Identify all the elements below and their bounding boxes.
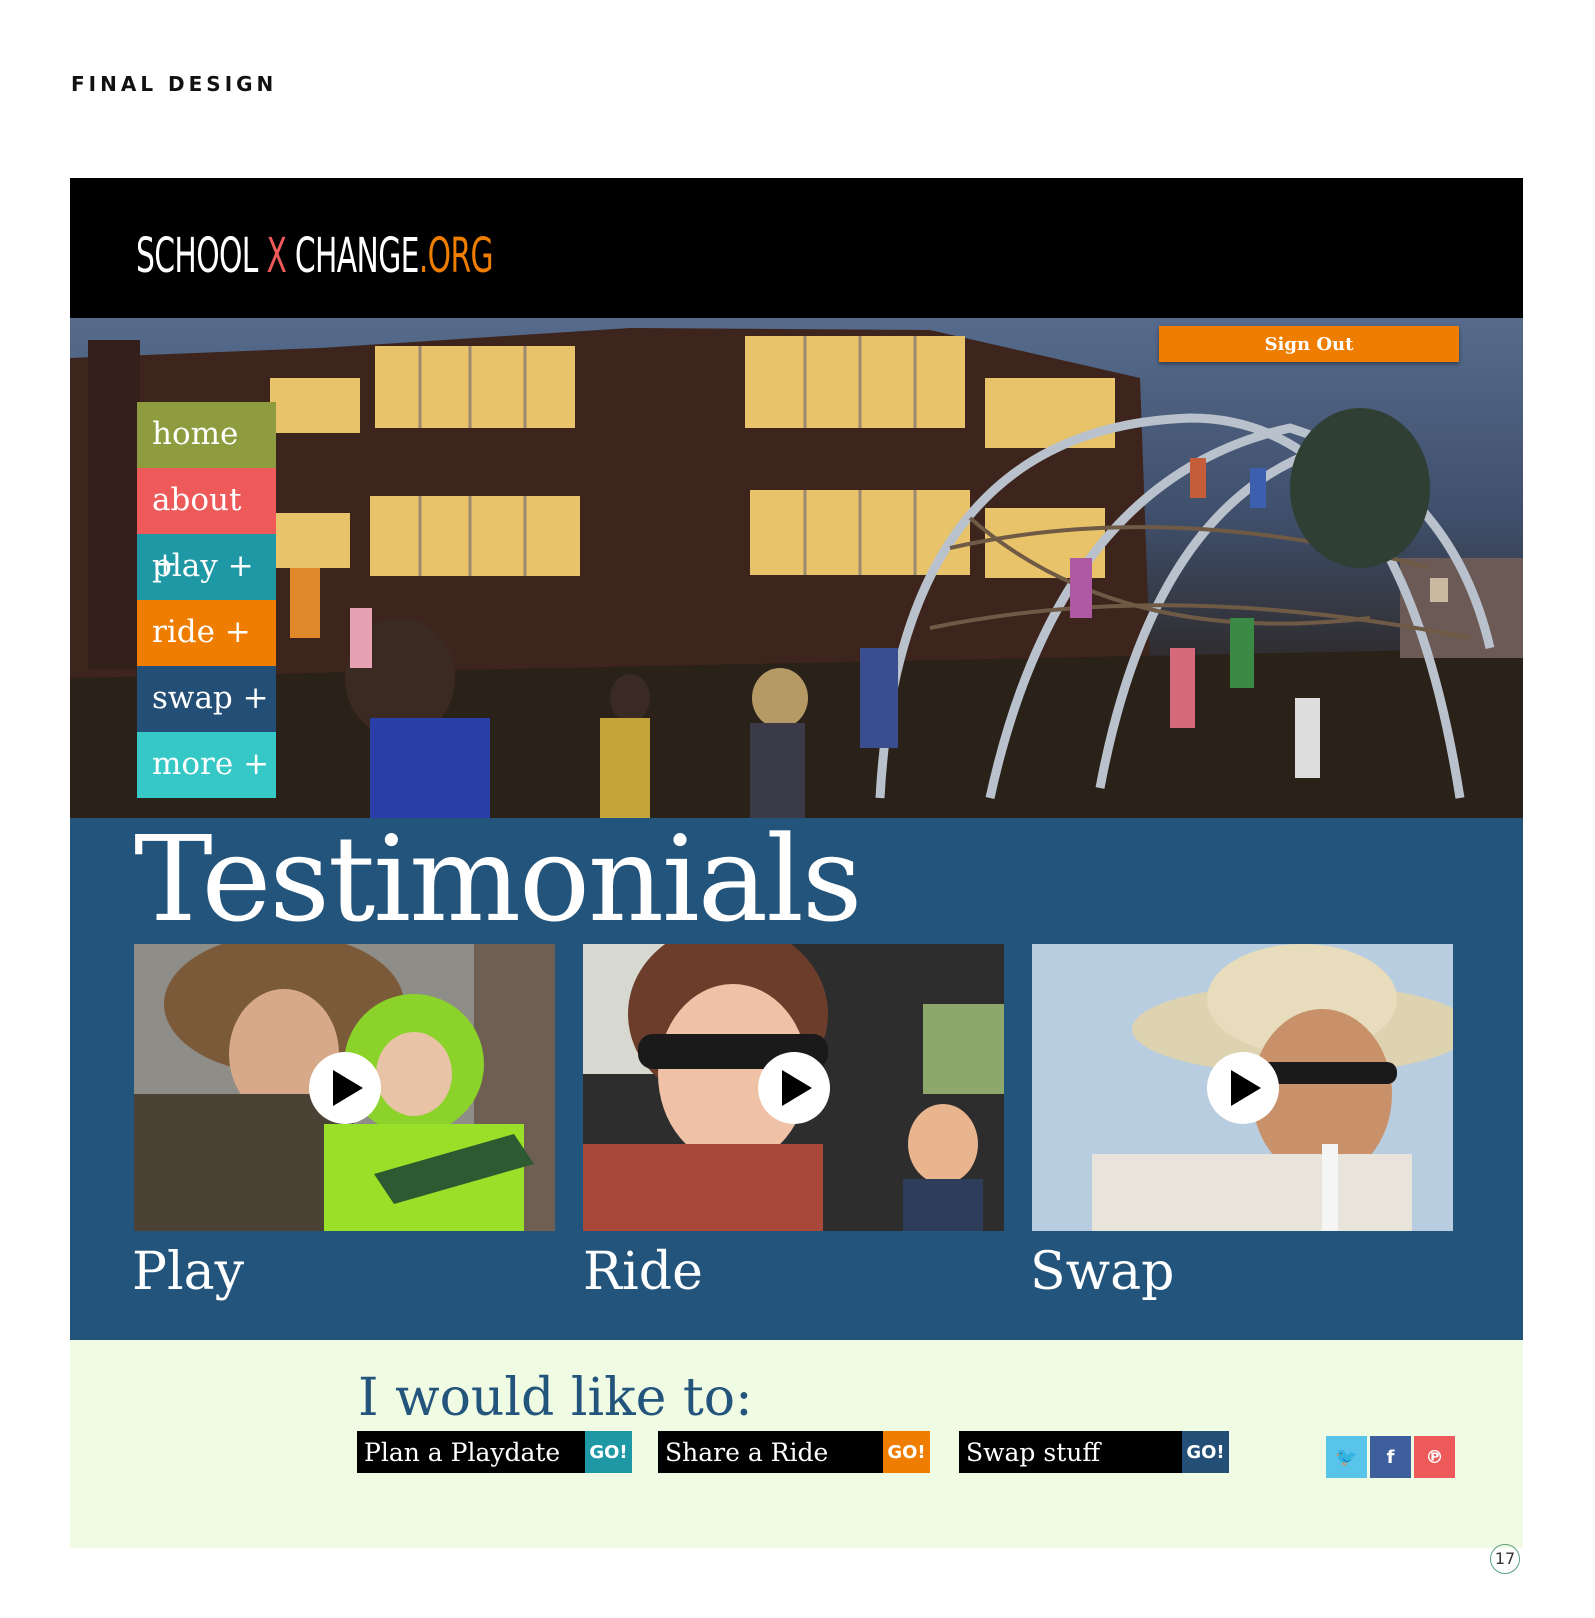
logo-x: X xyxy=(266,228,287,284)
page-label: FINAL DESIGN xyxy=(71,72,278,96)
testimonial-video-ride[interactable] xyxy=(583,944,1004,1231)
logo-change: CHANGE xyxy=(294,228,420,284)
testimonial-label-play: Play xyxy=(132,1242,244,1302)
facebook-icon[interactable]: f xyxy=(1370,1436,1411,1478)
schoolyard-photo xyxy=(70,328,1523,818)
pinterest-icon[interactable]: ℗ xyxy=(1414,1436,1455,1478)
play-icon xyxy=(1230,1069,1261,1106)
sign-out-button[interactable]: Sign Out xyxy=(1159,326,1459,362)
logo-org: .ORG xyxy=(418,228,494,284)
website-mockup: SCHOOL X CHANGE.ORG Sign Out home about … xyxy=(70,178,1523,1548)
play-video-button[interactable] xyxy=(1206,1051,1279,1124)
play-video-button[interactable] xyxy=(757,1051,830,1124)
play-icon xyxy=(332,1069,363,1106)
twitter-icon[interactable]: 🐦 xyxy=(1326,1436,1367,1478)
testimonial-video-play[interactable] xyxy=(134,944,555,1231)
page-number: 17 xyxy=(1490,1544,1520,1574)
share-ride-field[interactable] xyxy=(658,1431,881,1473)
site-logo[interactable]: SCHOOL X CHANGE.ORG xyxy=(136,228,494,284)
testimonials-heading: Testimonials xyxy=(134,810,862,948)
logo-school: SCHOOL xyxy=(136,228,258,284)
cta-ride-row: GO! xyxy=(658,1431,930,1473)
go-swap-button[interactable]: GO! xyxy=(1182,1431,1229,1473)
nav-item-about[interactable]: about + xyxy=(137,468,276,582)
play-video-button[interactable] xyxy=(308,1051,381,1124)
plan-playdate-field[interactable] xyxy=(357,1431,583,1473)
testimonial-video-swap[interactable] xyxy=(1032,944,1453,1231)
testimonial-label-swap: Swap xyxy=(1030,1242,1175,1302)
go-playdate-button[interactable]: GO! xyxy=(585,1431,632,1473)
nav-item-swap[interactable]: swap + xyxy=(137,666,276,732)
cta-swap-row: GO! xyxy=(959,1431,1229,1473)
cta-playdate-row: GO! xyxy=(357,1431,632,1473)
hero-image: Sign Out home about + play + ride + swap… xyxy=(70,318,1523,818)
go-ride-button[interactable]: GO! xyxy=(883,1431,930,1473)
nav-item-ride[interactable]: ride + xyxy=(137,600,276,666)
nav-item-more[interactable]: more + xyxy=(137,732,276,798)
nav-item-home[interactable]: home xyxy=(137,402,276,468)
swap-stuff-field[interactable] xyxy=(959,1431,1182,1473)
side-navigation: home about + play + ride + swap + more + xyxy=(137,402,276,798)
play-icon xyxy=(781,1069,812,1106)
nav-item-play[interactable]: play + xyxy=(137,534,276,600)
testimonials-section: Testimonials Play Ride Swap xyxy=(70,810,1523,1340)
testimonial-label-ride: Ride xyxy=(583,1242,703,1302)
cta-heading: I would like to: xyxy=(358,1368,753,1428)
call-to-action-section: I would like to: GO! GO! GO! 🐦 f ℗ xyxy=(70,1340,1523,1548)
site-header: SCHOOL X CHANGE.ORG xyxy=(70,178,1523,318)
